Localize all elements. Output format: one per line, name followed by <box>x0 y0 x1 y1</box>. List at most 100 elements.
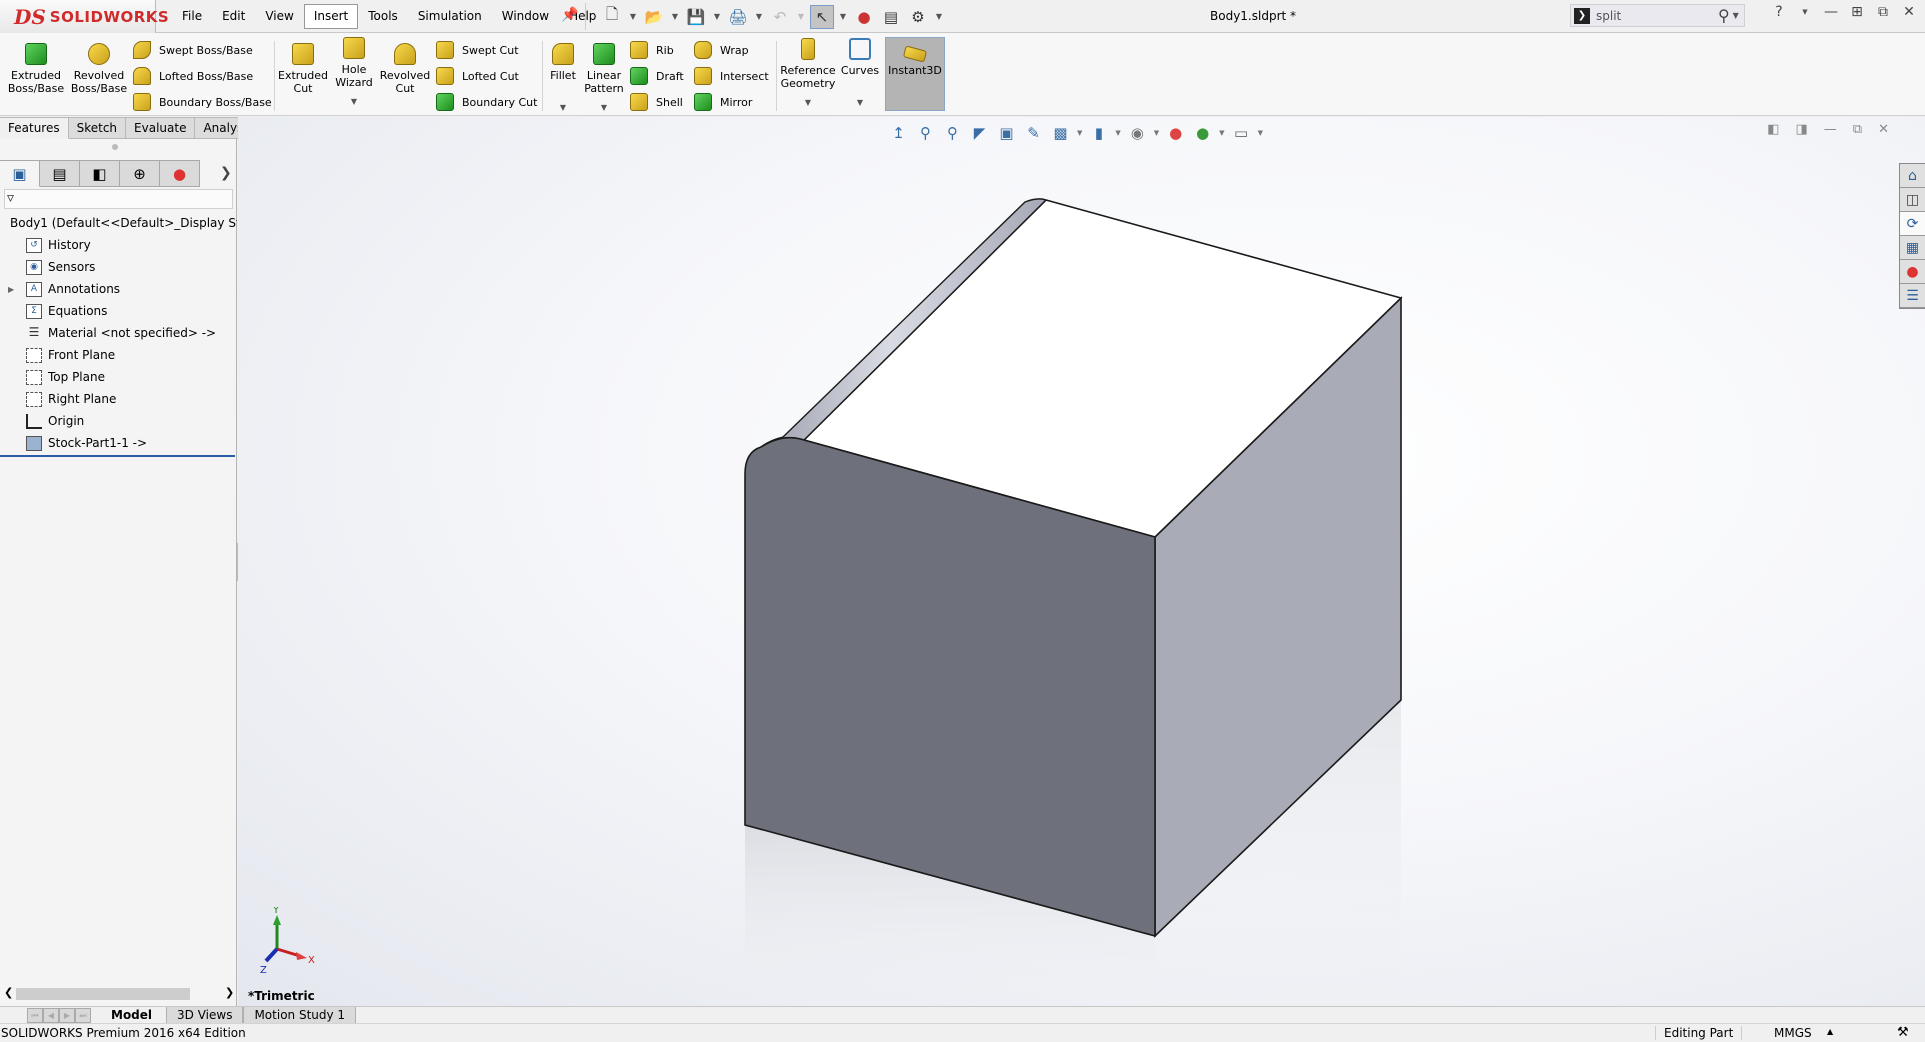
tree-item-stock-part[interactable]: Stock-Part1-1 -> <box>0 432 237 454</box>
apply-scene-icon[interactable]: ● <box>1192 122 1213 143</box>
first-tab-icon[interactable]: ⏮ <box>27 1007 43 1023</box>
curves-button[interactable]: Curves ▼ <box>838 38 882 109</box>
save-dropdown-caret[interactable]: ▼ <box>711 12 723 21</box>
pin-menu-icon[interactable]: 📌 <box>561 7 578 23</box>
hole-wizard-dropdown-caret[interactable]: ▼ <box>351 95 357 108</box>
tree-item-annotations[interactable]: ▶ A Annotations <box>0 278 237 300</box>
help-icon[interactable]: ? <box>1770 4 1788 20</box>
rib-button[interactable]: Rib <box>630 40 674 60</box>
linear-pattern-dropdown-caret[interactable]: ▼ <box>601 101 607 114</box>
open-folder-icon[interactable]: 📂 <box>642 5 666 29</box>
rebuild-traffic-light-icon[interactable]: ● <box>852 5 876 29</box>
graphics-area[interactable]: ↥ ⚲ ⚲ ◤ ▣ ✎ ▩ ▼ ▮ ▼ ◉ ▼ ● ● ▼ ▭ ▼ ◧ ◨ — ⧉ ✕ ⌂… <box>238 117 1925 1007</box>
hide-show-items-icon[interactable]: ◉ <box>1127 122 1148 143</box>
draft-button[interactable]: Draft <box>630 66 684 86</box>
hole-wizard-button[interactable]: Hole Wizard ▼ <box>333 37 375 108</box>
options-gear-icon[interactable]: ⚙ <box>906 5 930 29</box>
tile-left-icon[interactable]: ◧ <box>1767 122 1779 137</box>
unit-system-caret-icon[interactable]: ▲ <box>1827 1027 1833 1036</box>
shell-button[interactable]: Shell <box>630 92 683 112</box>
tree-item-top-plane[interactable]: Top Plane <box>0 366 237 388</box>
revolved-boss-base-button[interactable]: Revolved Boss/Base <box>70 43 128 95</box>
swept-cut-button[interactable]: Swept Cut <box>436 40 519 60</box>
tile-right-icon[interactable]: ◨ <box>1796 122 1808 137</box>
tree-filter[interactable]: ▿ <box>4 189 233 209</box>
tab-3d-views[interactable]: 3D Views <box>166 1006 244 1024</box>
fillet-button[interactable]: Fillet ▼ <box>548 43 578 114</box>
hide-show-caret[interactable]: ▼ <box>1154 129 1159 137</box>
menu-insert[interactable]: Insert <box>303 4 359 29</box>
tree-item-material[interactable]: ☰ Material <not specified> -> <box>0 322 237 344</box>
custom-properties-icon[interactable]: ☰ <box>1900 284 1925 308</box>
unit-system-selector[interactable]: MMGS <box>1774 1026 1812 1040</box>
open-dropdown-caret[interactable]: ▼ <box>669 12 681 21</box>
next-tab-icon[interactable]: ▶ <box>59 1007 75 1023</box>
print-dropdown-caret[interactable]: ▼ <box>753 12 765 21</box>
intersect-button[interactable]: Intersect <box>694 66 769 86</box>
search-input[interactable] <box>1596 8 1716 23</box>
expand-arrow-icon[interactable]: ▶ <box>8 285 14 294</box>
solidworks-logo[interactable]: DS SOLIDWORKS <box>0 0 169 33</box>
help-dropdown-caret[interactable]: ▼ <box>1796 8 1814 16</box>
options-dropdown-caret[interactable]: ▼ <box>933 12 945 21</box>
select-cursor-icon[interactable]: ↖ <box>810 4 834 29</box>
rebuild-status-icon[interactable]: ⚒ <box>1897 1025 1909 1040</box>
extruded-cut-button[interactable]: Extruded Cut <box>278 43 328 95</box>
select-dropdown-caret[interactable]: ▼ <box>837 12 849 21</box>
tab-model[interactable]: Model <box>97 1006 167 1024</box>
view-settings-monitor-icon[interactable]: ▭ <box>1231 122 1252 143</box>
dynamic-annotation-views-icon[interactable]: ▣ <box>996 122 1017 143</box>
search-commands-icon[interactable]: ❯ <box>1574 7 1590 24</box>
print-icon[interactable]: 🖨 <box>726 5 750 29</box>
chevron-right-icon[interactable]: ❯ <box>220 165 232 181</box>
scroll-left-icon[interactable]: ❮ <box>4 986 13 999</box>
curves-dropdown-caret[interactable]: ▼ <box>857 96 863 109</box>
boundary-cut-button[interactable]: Boundary Cut <box>436 92 537 112</box>
filter-funnel-icon[interactable]: ▿ <box>7 190 14 206</box>
menu-tools[interactable]: Tools <box>358 4 408 29</box>
annotation-view-icon[interactable]: ✎ <box>1023 122 1044 143</box>
new-dropdown-caret[interactable]: ▼ <box>627 12 639 21</box>
mirror-button[interactable]: Mirror <box>694 92 752 112</box>
tree-item-sensors[interactable]: ◉ Sensors <box>0 256 237 278</box>
tree-item-history[interactable]: ↺ History <box>0 234 237 256</box>
menu-file[interactable]: File <box>172 4 212 29</box>
model-view[interactable] <box>238 117 1925 1007</box>
view-orientation-caret[interactable]: ▼ <box>1077 129 1082 137</box>
extruded-boss-base-button[interactable]: Extruded Boss/Base <box>8 43 64 95</box>
propertymanager-icon[interactable]: ▤ <box>40 160 80 187</box>
boundary-boss-base-button[interactable]: Boundary Boss/Base <box>133 92 272 112</box>
menu-view[interactable]: View <box>255 4 303 29</box>
tree-item-equations[interactable]: Σ Equations <box>0 300 237 322</box>
restore-icon[interactable]: ⧉ <box>1874 4 1892 20</box>
scroll-right-icon[interactable]: ❯ <box>225 986 234 999</box>
minimize-icon[interactable]: — <box>1822 4 1840 20</box>
tree-item-origin[interactable]: Origin <box>0 410 237 432</box>
file-explorer-refresh-icon[interactable]: ⟳ <box>1900 212 1925 236</box>
undo-icon[interactable]: ↶ <box>768 5 792 29</box>
file-properties-icon[interactable]: ▤ <box>879 5 903 29</box>
lofted-cut-button[interactable]: Lofted Cut <box>436 66 519 86</box>
reference-geometry-button[interactable]: Reference Geometry ▼ <box>780 38 836 109</box>
display-style-icon[interactable]: ▮ <box>1088 122 1109 143</box>
undo-dropdown-caret[interactable]: ▼ <box>795 12 807 21</box>
appearances-scenes-icon[interactable]: ● <box>1900 260 1925 284</box>
scrollbar-thumb[interactable] <box>16 988 190 1000</box>
horizontal-scrollbar[interactable]: ❮ ❯ <box>0 986 237 1002</box>
wrap-button[interactable]: Wrap <box>694 40 749 60</box>
swept-boss-base-button[interactable]: Swept Boss/Base <box>133 40 253 60</box>
search-dropdown-caret[interactable]: ▼ <box>1730 11 1742 20</box>
previous-view-icon[interactable]: ⚲ <box>942 122 963 143</box>
zoom-to-area-icon[interactable]: ⚲ <box>915 122 936 143</box>
minimize-icon[interactable]: — <box>1824 122 1837 137</box>
design-library-icon[interactable]: ◫ <box>1900 188 1925 212</box>
save-icon[interactable]: 💾 <box>684 5 708 29</box>
view-orientation-icon[interactable]: ▩ <box>1050 122 1071 143</box>
tree-item-right-plane[interactable]: Right Plane <box>0 388 237 410</box>
display-style-caret[interactable]: ▼ <box>1115 129 1120 137</box>
dimxpert-icon[interactable]: ⊕ <box>120 160 160 187</box>
restore-icon[interactable]: ⧉ <box>1853 122 1862 137</box>
search-icon[interactable]: ⚲ <box>1718 6 1730 25</box>
revolved-cut-button[interactable]: Revolved Cut <box>380 43 430 95</box>
section-view-icon[interactable]: ◤ <box>969 122 990 143</box>
